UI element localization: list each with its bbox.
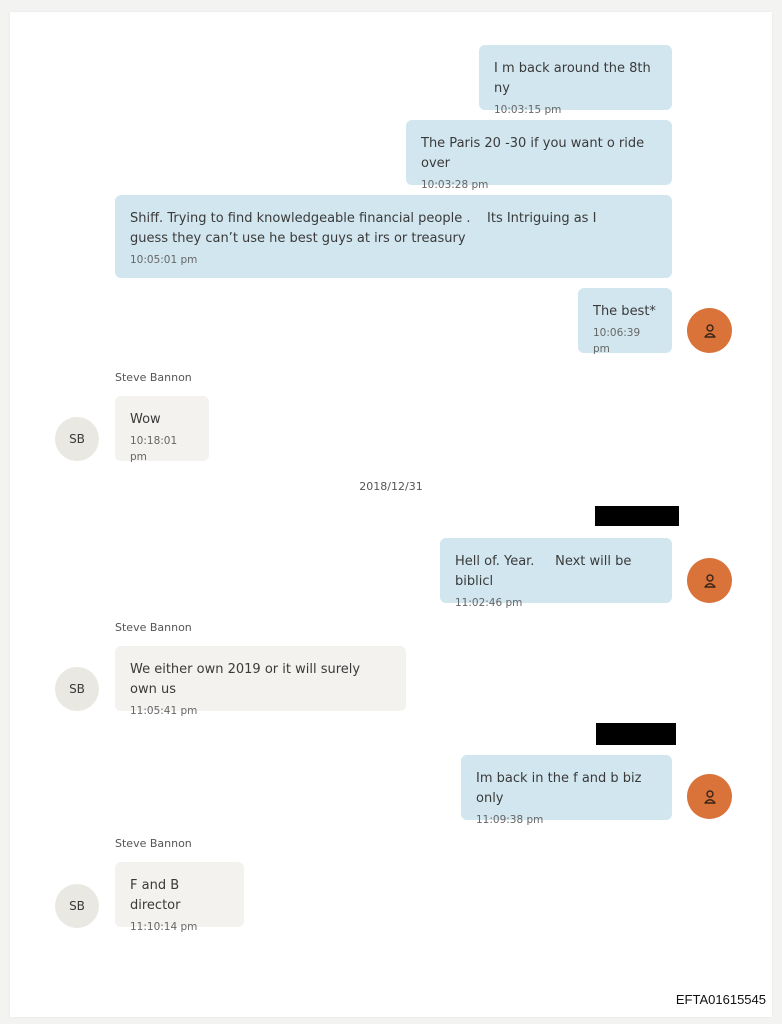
self-avatar[interactable] <box>687 774 732 819</box>
sender-name: Steve Bannon <box>115 621 192 634</box>
redaction-box <box>596 723 676 745</box>
message-text: Hell of. Year. Next will be biblicl <box>455 554 636 589</box>
sender-name: Steve Bannon <box>115 837 192 850</box>
message-timestamp: 10:05:01 pm <box>130 254 198 266</box>
user-icon <box>703 573 716 588</box>
message-text: The best* <box>593 304 656 319</box>
message-timestamp: 10:18:01 pm <box>130 435 178 463</box>
message-bubble-incoming[interactable]: We either own 2019 or it will surely own… <box>115 646 406 717</box>
message-timestamp: 10:03:15 pm <box>494 104 562 116</box>
message-timestamp: 11:10:14 pm <box>130 921 198 933</box>
message-text: Im back in the f and b biz only <box>476 771 646 806</box>
contact-avatar[interactable]: SB <box>55 667 99 711</box>
self-avatar[interactable] <box>687 558 732 603</box>
message-bubble-outgoing[interactable]: Shiff. Trying to find knowledgeable fina… <box>115 195 672 278</box>
message-text: I m back around the 8th ny <box>494 61 655 96</box>
message-bubble-outgoing[interactable]: Im back in the f and b biz only 11:09:38… <box>461 755 672 826</box>
message-timestamp: 11:02:46 pm <box>455 597 523 609</box>
document-id: EFTA01615545 <box>675 992 766 1007</box>
message-timestamp: 11:05:41 pm <box>130 705 198 717</box>
message-bubble-incoming[interactable]: Wow 10:18:01 pm <box>115 396 209 463</box>
message-timestamp: 11:09:38 pm <box>476 814 544 826</box>
user-icon <box>703 323 716 338</box>
message-text: Wow <box>130 412 161 427</box>
message-text: Shiff. Trying to find knowledgeable fina… <box>130 211 601 246</box>
message-timestamp: 10:06:39 pm <box>593 327 641 355</box>
message-text: F and B director <box>130 878 184 913</box>
message-bubble-outgoing[interactable]: The Paris 20 -30 if you want o ride over… <box>406 120 672 191</box>
message-bubble-incoming[interactable]: F and B director 11:10:14 pm <box>115 862 244 933</box>
contact-avatar[interactable]: SB <box>55 884 99 928</box>
message-bubble-outgoing[interactable]: The best* 10:06:39 pm <box>578 288 672 355</box>
user-icon <box>703 789 716 804</box>
self-avatar[interactable] <box>687 308 732 353</box>
message-text: We either own 2019 or it will surely own… <box>130 662 365 697</box>
contact-avatar[interactable]: SB <box>55 417 99 461</box>
sender-name: Steve Bannon <box>115 371 192 384</box>
redaction-box <box>595 506 679 526</box>
message-text: The Paris 20 -30 if you want o ride over <box>421 136 649 171</box>
message-bubble-outgoing[interactable]: I m back around the 8th ny 10:03:15 pm <box>479 45 672 116</box>
message-bubble-outgoing[interactable]: Hell of. Year. Next will be biblicl 11:0… <box>440 538 672 609</box>
date-separator: 2018/12/31 <box>359 480 423 493</box>
message-timestamp: 10:03:28 pm <box>421 179 489 191</box>
